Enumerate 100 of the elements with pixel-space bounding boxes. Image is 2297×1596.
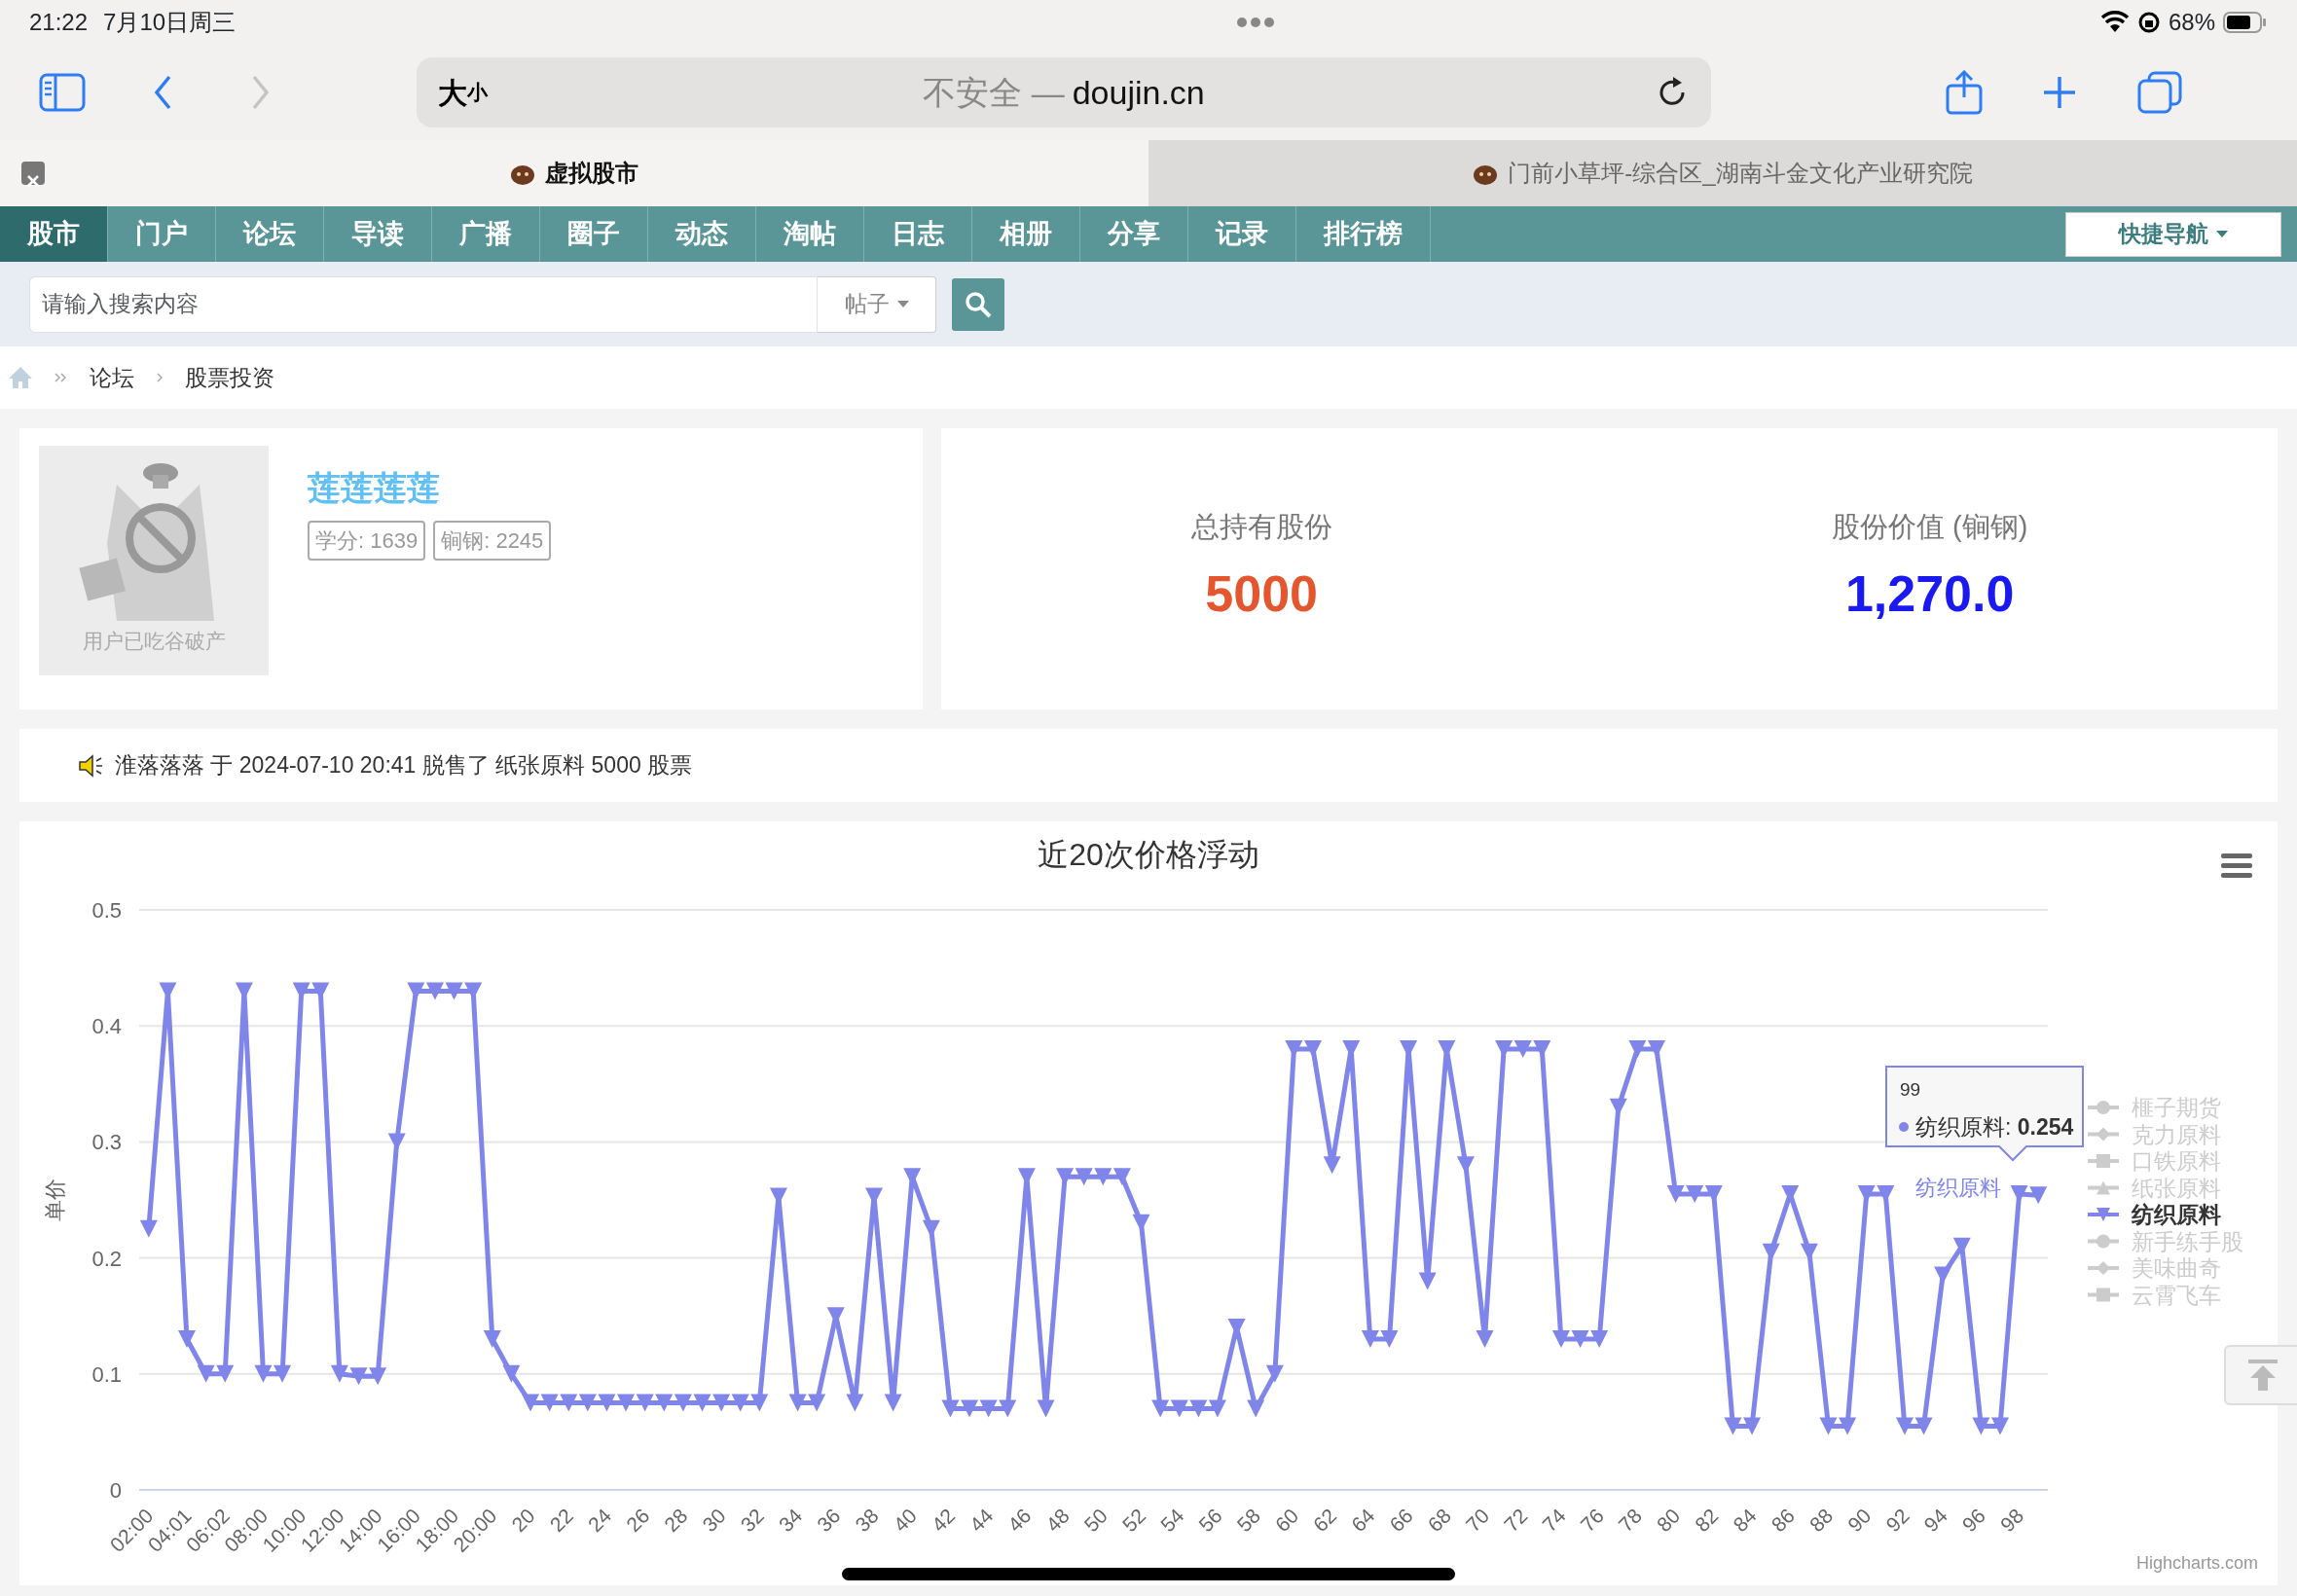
data-point <box>1208 1399 1226 1418</box>
axis-label: 92 <box>1880 1504 1914 1537</box>
data-point <box>1361 1330 1379 1349</box>
axis-label: 0.2 <box>91 1246 122 1271</box>
separator-icon <box>156 372 164 383</box>
axis-label: 74 <box>1538 1504 1570 1537</box>
data-point <box>598 1394 616 1412</box>
data-point <box>1991 1417 2009 1435</box>
rotation-lock-icon <box>2136 11 2161 34</box>
sidebar-button[interactable] <box>39 73 86 112</box>
chart-title: 近20次价格浮动 <box>1038 837 1259 872</box>
data-point <box>617 1394 636 1412</box>
axis-label: 20 <box>507 1504 539 1537</box>
credit-link[interactable]: Highcharts.com <box>2135 1553 2258 1573</box>
axis-label: 0.1 <box>91 1361 122 1387</box>
data-point <box>693 1394 711 1412</box>
data-point <box>1380 1330 1399 1349</box>
battery-percent: 68% <box>2168 8 2215 37</box>
data-point <box>979 1399 998 1418</box>
data-point <box>999 1399 1017 1418</box>
search-button[interactable] <box>952 277 1004 331</box>
series-label: 纺织原料 <box>1915 1176 2001 1200</box>
breadcrumb-link[interactable]: 股票投资 <box>185 360 274 395</box>
data-point <box>1914 1417 1933 1435</box>
axis-label: 94 <box>1919 1504 1951 1537</box>
axis-label: 0.5 <box>91 898 122 923</box>
browser-tab[interactable]: 门前小草坪-综合区_湖南斗金文化产业研究院 <box>1148 140 2297 206</box>
plus-icon[interactable] <box>2042 75 2077 110</box>
data-point <box>1666 1185 1685 1204</box>
data-point <box>139 1219 158 1238</box>
axis-label: 98 <box>1995 1504 2028 1537</box>
legend-item[interactable]: 纺织原料 <box>2088 1202 2221 1227</box>
data-point <box>1170 1399 1188 1418</box>
data-point <box>1571 1330 1589 1349</box>
share-icon[interactable] <box>1945 70 1984 115</box>
search-icon <box>965 290 992 318</box>
tabs-icon[interactable] <box>2137 71 2182 114</box>
axis-label: 34 <box>774 1504 807 1537</box>
data-point <box>846 1394 864 1412</box>
stat-tag: 学分: 1639 <box>308 521 426 561</box>
data-point <box>349 1367 368 1386</box>
axis-label: 28 <box>659 1504 692 1537</box>
battery-icon <box>2223 11 2268 34</box>
axis-label: 66 <box>1385 1504 1417 1537</box>
username-link[interactable]: 莲莲莲莲 <box>308 463 440 513</box>
axis-label: 54 <box>1155 1504 1188 1537</box>
text-size-button[interactable]: 大小 <box>438 70 488 115</box>
data-point <box>445 982 463 1000</box>
data-point <box>578 1394 597 1412</box>
data-point <box>2029 1186 2048 1205</box>
axis-label: 32 <box>736 1504 769 1537</box>
data-point <box>369 1367 387 1386</box>
data-point <box>731 1394 749 1412</box>
back-to-top-button[interactable] <box>2224 1345 2297 1405</box>
axis-label: 24 <box>583 1504 616 1537</box>
data-point <box>540 1394 559 1412</box>
data-point <box>1247 1399 1265 1418</box>
stat-value: 1,270.0 <box>1844 564 2015 625</box>
axis-label: 48 <box>1041 1504 1074 1537</box>
menu-icon[interactable] <box>2221 853 2252 878</box>
data-point <box>1743 1417 1762 1435</box>
data-point <box>884 1394 902 1412</box>
data-point <box>330 1364 348 1383</box>
axis-label: 26 <box>621 1504 654 1537</box>
data-point <box>1304 1040 1322 1059</box>
data-point <box>1551 1330 1570 1349</box>
nav-link[interactable]: 股市 <box>0 206 108 262</box>
axis-label: 42 <box>927 1504 960 1537</box>
breadcrumb-link[interactable]: 论坛 <box>90 360 134 395</box>
search-field[interactable]: 请输入搜索内容 <box>29 275 818 333</box>
axis-label: 80 <box>1652 1504 1685 1537</box>
data-point <box>1724 1417 1742 1435</box>
data-point <box>1628 1040 1647 1059</box>
axis-label: 90 <box>1842 1504 1876 1537</box>
data-point <box>483 1330 501 1349</box>
axis-label: 60 <box>1270 1504 1303 1537</box>
axis-label: 0.3 <box>91 1130 122 1155</box>
data-point <box>1972 1417 1990 1435</box>
data-point <box>674 1394 692 1412</box>
axis-label: 36 <box>812 1504 845 1537</box>
data-point <box>216 1364 235 1383</box>
data-point <box>712 1394 731 1412</box>
quick-nav-button[interactable]: 快捷导航 <box>2065 211 2281 257</box>
address-text[interactable]: doujin.cn <box>1072 67 1205 118</box>
back-button[interactable] <box>154 75 173 110</box>
separator-icon <box>55 372 68 383</box>
data-point <box>1132 1214 1150 1232</box>
axis-label: 88 <box>1805 1504 1838 1537</box>
data-point <box>1895 1417 1914 1435</box>
data-point <box>387 1133 406 1151</box>
status-time: 21:22 <box>29 8 89 37</box>
data-point <box>961 1399 979 1418</box>
speaker-icon <box>78 752 103 779</box>
close-tab-button[interactable] <box>21 162 45 185</box>
data-point <box>1037 1399 1055 1418</box>
data-point <box>1839 1417 1857 1435</box>
search-scope-dropdown[interactable]: 帖子 <box>818 275 936 333</box>
tooltip-header: 99 <box>1900 1079 1921 1100</box>
more-icon[interactable] <box>1236 17 1276 28</box>
data-point <box>750 1394 769 1412</box>
